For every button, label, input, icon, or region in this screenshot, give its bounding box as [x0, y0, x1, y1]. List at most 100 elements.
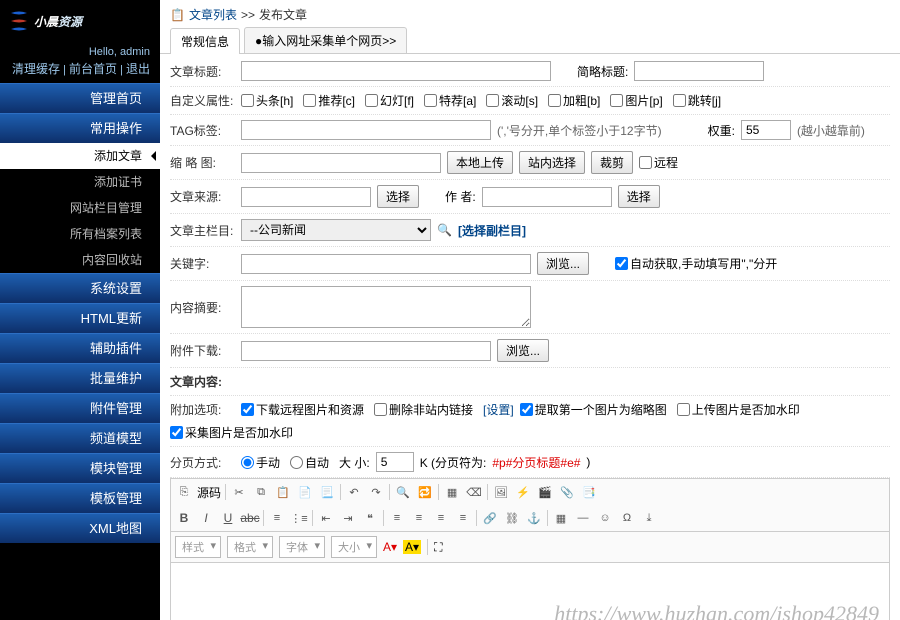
source-icon[interactable]: ⎘: [175, 483, 193, 501]
copy-icon[interactable]: ⧉: [252, 483, 270, 501]
opt-first-thumb[interactable]: 提取第一个图片为缩略图: [520, 401, 667, 418]
strike-icon[interactable]: abc: [241, 509, 259, 527]
attr-s[interactable]: 滚动[s]: [486, 92, 538, 109]
page-manual[interactable]: 手动: [241, 454, 280, 471]
find-icon[interactable]: 🔍: [394, 483, 412, 501]
summary-textarea[interactable]: [241, 286, 531, 328]
opt-download-remote[interactable]: 下载远程图片和资源: [241, 401, 364, 418]
menu-xml[interactable]: XML地图: [0, 513, 160, 543]
attr-j[interactable]: 跳转[j]: [673, 92, 721, 109]
opt-strip-links[interactable]: 删除非站内链接: [374, 401, 473, 418]
attr-f[interactable]: 幻灯[f]: [365, 92, 414, 109]
pick-site-button[interactable]: 站内选择: [519, 151, 585, 174]
link-icon[interactable]: 🔗: [481, 509, 499, 527]
opt-upload-wm[interactable]: 上传图片是否加水印: [677, 401, 800, 418]
paste-icon[interactable]: 📋: [274, 483, 292, 501]
special-icon[interactable]: Ω: [618, 509, 636, 527]
emoji-icon[interactable]: ☺: [596, 509, 614, 527]
attr-b[interactable]: 加粗[b]: [548, 92, 600, 109]
menu-attach[interactable]: 附件管理: [0, 393, 160, 423]
image-icon[interactable]: 🖼: [492, 483, 510, 501]
bgcolor-icon[interactable]: A▾: [403, 540, 421, 554]
author-input[interactable]: [482, 187, 612, 207]
crop-button[interactable]: 裁剪: [591, 151, 633, 174]
redo-icon[interactable]: ↷: [367, 483, 385, 501]
submenu-archive-list[interactable]: 所有档案列表: [0, 221, 160, 247]
table-icon[interactable]: ▦: [552, 509, 570, 527]
clear-cache-link[interactable]: 清理缓存: [12, 62, 60, 76]
selectall-icon[interactable]: ▦: [443, 483, 461, 501]
tab-general[interactable]: 常规信息: [170, 28, 240, 54]
paste-word-icon[interactable]: 📃: [318, 483, 336, 501]
ol-icon[interactable]: ≡: [268, 509, 286, 527]
italic-icon[interactable]: I: [197, 509, 215, 527]
replace-icon[interactable]: 🔁: [416, 483, 434, 501]
attr-h[interactable]: 头条[h]: [241, 92, 293, 109]
hr-icon[interactable]: ―: [574, 509, 592, 527]
indent-icon[interactable]: ⇥: [339, 509, 357, 527]
submenu-add-article[interactable]: 添加文章: [0, 143, 160, 169]
upload-local-button[interactable]: 本地上传: [447, 151, 513, 174]
align-center-icon[interactable]: ≡: [410, 509, 428, 527]
removefmt-icon[interactable]: ⌫: [465, 483, 483, 501]
editor-canvas[interactable]: https://www.huzhan.com/ishop42849: [170, 563, 890, 620]
remote-thumb[interactable]: 远程: [639, 154, 678, 171]
title-input[interactable]: [241, 61, 551, 81]
page-size-input[interactable]: [376, 452, 414, 472]
menu-common[interactable]: 常用操作: [0, 113, 160, 143]
font-dropdown[interactable]: 字体: [279, 536, 325, 558]
bold-icon[interactable]: B: [175, 509, 193, 527]
align-right-icon[interactable]: ≡: [432, 509, 450, 527]
pick-source-button[interactable]: 选择: [377, 185, 419, 208]
logout-link[interactable]: 退出: [126, 62, 150, 76]
auto-keywords[interactable]: 自动获取,手动填写用","分开: [615, 255, 777, 272]
anchor-icon[interactable]: ⚓: [525, 509, 543, 527]
align-justify-icon[interactable]: ≡: [454, 509, 472, 527]
source-label[interactable]: 源码: [197, 484, 221, 501]
attachment-input[interactable]: [241, 341, 491, 361]
keywords-input[interactable]: [241, 254, 531, 274]
browse-att-button[interactable]: 浏览...: [497, 339, 549, 362]
extra-settings-link[interactable]: [设置]: [483, 401, 514, 418]
menu-module[interactable]: 模块管理: [0, 453, 160, 483]
size-dropdown[interactable]: 大小: [331, 536, 377, 558]
attr-a[interactable]: 特荐[a]: [424, 92, 476, 109]
attr-p[interactable]: 图片[p]: [610, 92, 662, 109]
submenu-add-cert[interactable]: 添加证书: [0, 169, 160, 195]
menu-home[interactable]: 管理首页: [0, 83, 160, 113]
short-title-input[interactable]: [634, 61, 764, 81]
opt-collect-wm[interactable]: 采集图片是否加水印: [170, 424, 293, 441]
magnify-icon[interactable]: 🔍: [437, 223, 452, 237]
submenu-recycle[interactable]: 内容回收站: [0, 247, 160, 273]
frontend-link[interactable]: 前台首页: [69, 62, 117, 76]
cut-icon[interactable]: ✂: [230, 483, 248, 501]
maximize-icon[interactable]: ⛶: [434, 540, 442, 555]
attach-icon[interactable]: 📎: [558, 483, 576, 501]
attr-c[interactable]: 推荐[c]: [303, 92, 355, 109]
menu-plugin[interactable]: 辅助插件: [0, 333, 160, 363]
undo-icon[interactable]: ↶: [345, 483, 363, 501]
unlink-icon[interactable]: ⛓: [503, 509, 521, 527]
flash-icon[interactable]: ⚡: [514, 483, 532, 501]
textcolor-icon[interactable]: A▾: [383, 540, 397, 554]
outdent-icon[interactable]: ⇤: [317, 509, 335, 527]
ul-icon[interactable]: ⋮≡: [290, 509, 308, 527]
page-icon[interactable]: 📑: [580, 483, 598, 501]
tag-input[interactable]: [241, 120, 491, 140]
crumb-list-link[interactable]: 文章列表: [189, 6, 237, 23]
submenu-column-mgmt[interactable]: 网站栏目管理: [0, 195, 160, 221]
style-dropdown[interactable]: 样式: [175, 536, 221, 558]
align-left-icon[interactable]: ≡: [388, 509, 406, 527]
sub-category-link[interactable]: [选择副栏目]: [458, 222, 526, 239]
pick-author-button[interactable]: 选择: [618, 185, 660, 208]
page-auto[interactable]: 自动: [290, 454, 329, 471]
quote-icon[interactable]: ❝: [361, 509, 379, 527]
thumb-input[interactable]: [241, 153, 441, 173]
underline-icon[interactable]: U: [219, 509, 237, 527]
menu-channel[interactable]: 频道模型: [0, 423, 160, 453]
menu-html[interactable]: HTML更新: [0, 303, 160, 333]
paste-text-icon[interactable]: 📄: [296, 483, 314, 501]
menu-batch[interactable]: 批量维护: [0, 363, 160, 393]
source-input[interactable]: [241, 187, 371, 207]
media-icon[interactable]: 🎬: [536, 483, 554, 501]
